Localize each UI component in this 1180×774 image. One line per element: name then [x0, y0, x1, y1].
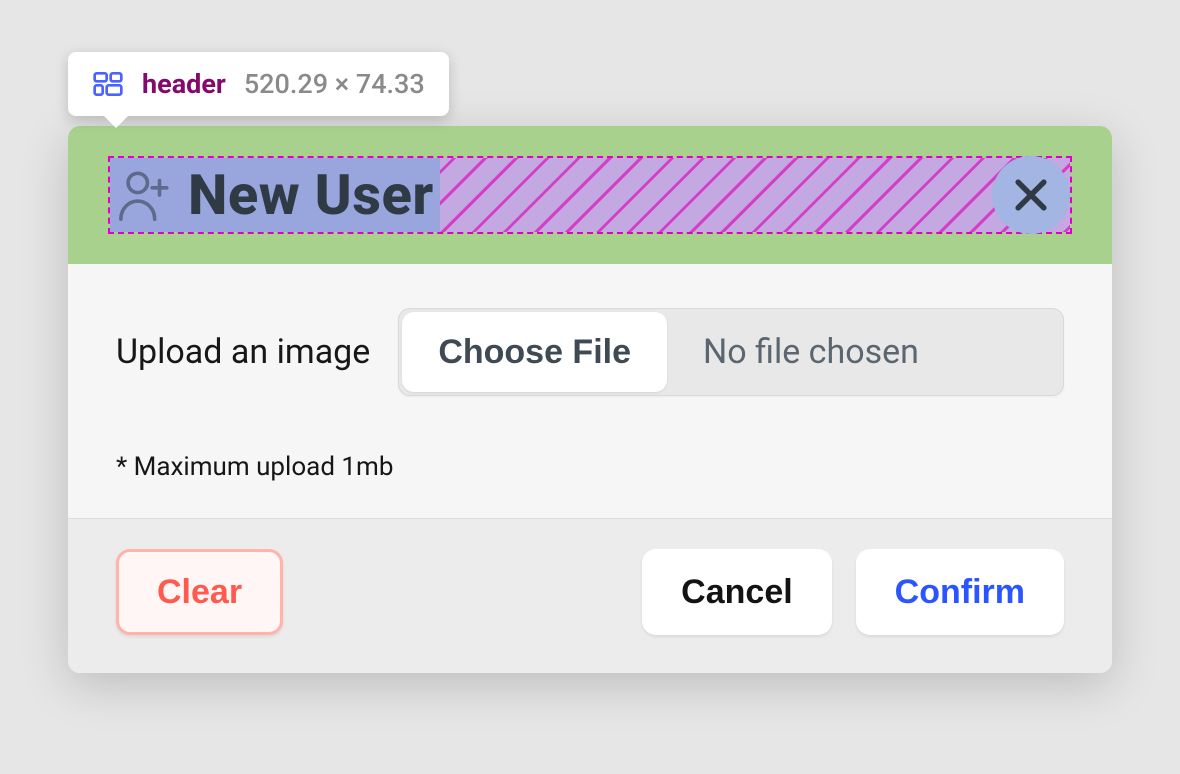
clear-button[interactable]: Clear [116, 549, 283, 635]
file-status-text: No file chosen [671, 308, 1064, 396]
dialog-footer: Clear Cancel Confirm [68, 518, 1112, 673]
dialog-header-container: New User [68, 126, 1112, 264]
cancel-button[interactable]: Cancel [642, 549, 832, 635]
dialog-header: New User [108, 156, 1072, 234]
devtools-element-tag: header [142, 71, 226, 98]
file-input[interactable]: Choose File No file chosen [398, 308, 1064, 396]
add-user-icon [116, 166, 174, 224]
upload-row: Upload an image Choose File No file chos… [116, 308, 1064, 396]
new-user-dialog: New User Upload an image Choose File No … [68, 126, 1112, 673]
devtools-element-dims: 520.29 × 74.33 [244, 71, 425, 98]
choose-file-button[interactable]: Choose File [402, 312, 667, 392]
upload-label: Upload an image [116, 332, 370, 372]
dialog-header-left: New User [110, 158, 440, 232]
dialog-title: New User [188, 162, 434, 228]
footer-right-group: Cancel Confirm [642, 549, 1064, 635]
close-icon [1009, 173, 1053, 217]
close-button[interactable] [992, 156, 1070, 234]
confirm-button[interactable]: Confirm [856, 549, 1064, 635]
upload-hint: * Maximum upload 1mb [116, 452, 1064, 482]
devtools-inspect-tooltip: header 520.29 × 74.33 [68, 52, 449, 116]
layout-icon [92, 68, 124, 100]
dialog-body: Upload an image Choose File No file chos… [68, 264, 1112, 518]
